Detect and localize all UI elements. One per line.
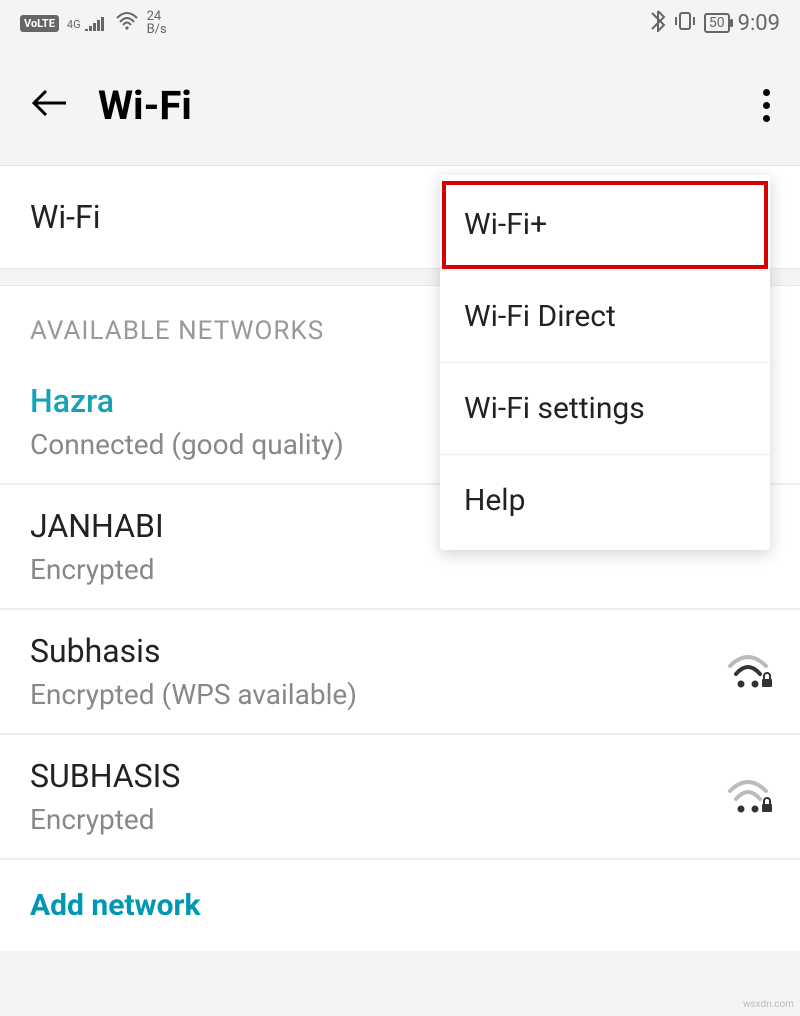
bandwidth-indicator: 24 B/s [147, 10, 167, 36]
network-status: Encrypted [30, 553, 164, 586]
status-bar: VoLTE 4G 24 B/s 50 9:09 [0, 0, 800, 46]
network-name: Subhasis [30, 632, 357, 670]
menu-item-wifi-plus[interactable]: Wi-Fi+ [440, 179, 770, 271]
status-right: 50 9:09 [650, 10, 780, 37]
battery-icon: 50 [704, 13, 730, 33]
volte-badge: VoLTE [20, 15, 59, 32]
page-title: Wi-Fi [98, 82, 763, 129]
back-arrow-icon[interactable] [30, 82, 68, 129]
wifi-toggle-label: Wi-Fi [30, 198, 100, 236]
wifi-status-icon [115, 12, 139, 34]
app-bar: Wi-Fi [0, 46, 800, 166]
network-row[interactable]: SUBHASIS Encrypted [0, 735, 800, 860]
menu-item-wifi-direct[interactable]: Wi-Fi Direct [440, 271, 770, 363]
menu-item-help[interactable]: Help [440, 455, 770, 546]
network-status: Encrypted [30, 803, 180, 836]
cellular-signal-icon: 4G [67, 15, 107, 31]
vibrate-icon [674, 11, 696, 36]
lock-icon [760, 672, 774, 692]
wifi-signal-icon [726, 779, 770, 815]
clock-text: 9:09 [738, 11, 780, 36]
bluetooth-icon [650, 10, 666, 37]
network-status: Connected (good quality) [30, 428, 344, 461]
watermark: wsxdn.com [743, 999, 794, 1010]
network-name: JANHABI [30, 507, 164, 545]
lock-icon [760, 797, 774, 817]
network-name: SUBHASIS [30, 757, 180, 795]
add-network-button[interactable]: Add network [0, 860, 800, 951]
network-status: Encrypted (WPS available) [30, 678, 357, 711]
network-name: Hazra [30, 382, 344, 420]
wifi-signal-icon [726, 654, 770, 690]
status-left: VoLTE 4G 24 B/s [20, 10, 167, 36]
menu-item-wifi-settings[interactable]: Wi-Fi settings [440, 363, 770, 455]
overflow-menu-icon[interactable] [763, 89, 770, 122]
network-row[interactable]: Subhasis Encrypted (WPS available) [0, 610, 800, 735]
overflow-menu: Wi-Fi+ Wi-Fi Direct Wi-Fi settings Help [440, 175, 770, 550]
